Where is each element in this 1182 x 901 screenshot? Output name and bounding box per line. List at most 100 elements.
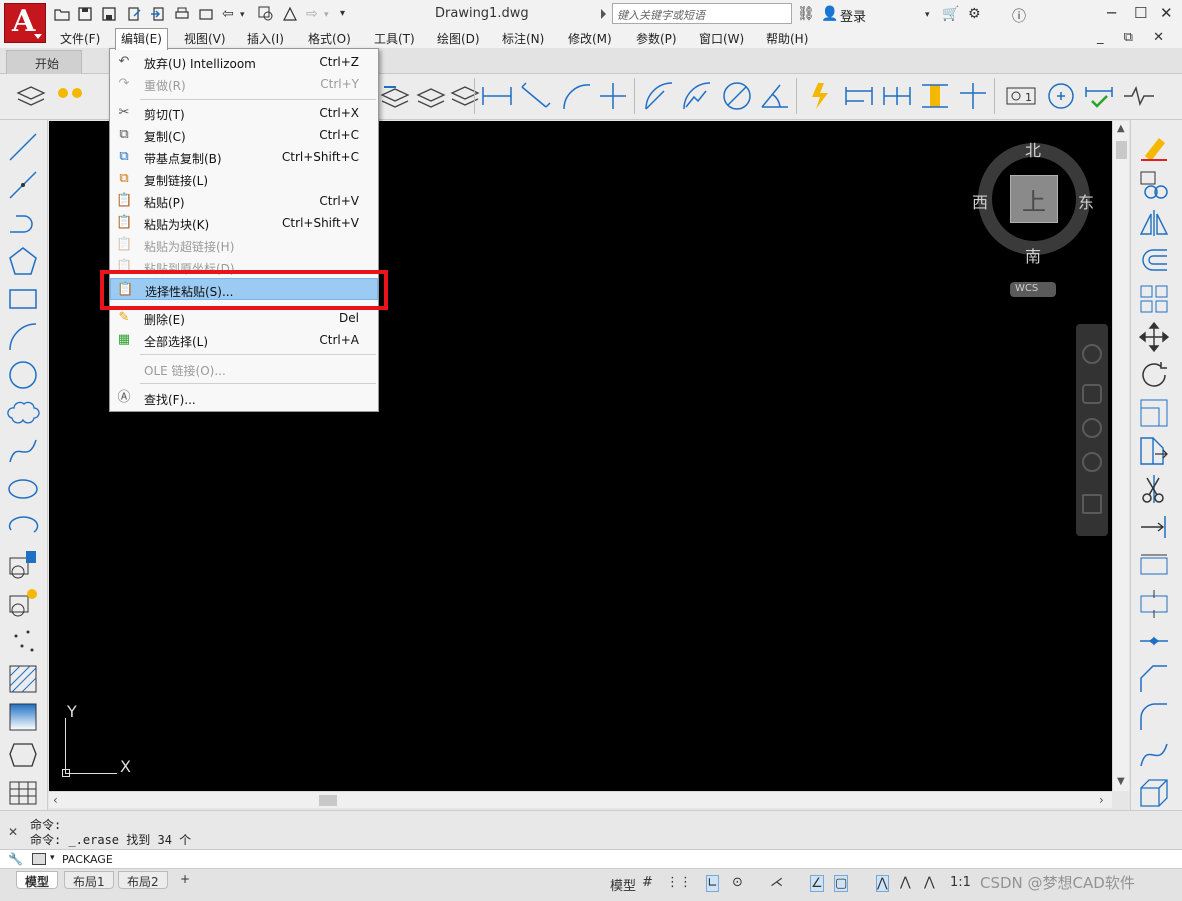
insert-block-icon[interactable]: [6, 548, 40, 582]
mirror-icon[interactable]: [1137, 206, 1171, 240]
3d-box-icon[interactable]: [1137, 776, 1171, 810]
tab-layout2[interactable]: 布局2: [118, 871, 168, 889]
menu-dimension[interactable]: 标注(N): [502, 30, 544, 47]
ellipse-arc-icon[interactable]: [6, 510, 40, 544]
stretch-icon[interactable]: [1137, 434, 1171, 468]
menu-item-select-all[interactable]: ▦ 全部选择(L) Ctrl+A: [110, 329, 378, 351]
radius-dimension-icon[interactable]: [642, 79, 676, 113]
copy-icon[interactable]: [1137, 168, 1171, 202]
user-icon[interactable]: 👤: [821, 6, 838, 22]
search-input[interactable]: 键入关键字或短语: [612, 3, 792, 24]
erase-icon[interactable]: [1137, 130, 1171, 164]
menu-format[interactable]: 格式(O): [308, 30, 351, 47]
ellipse-icon[interactable]: [6, 472, 40, 506]
scroll-down-icon[interactable]: ▼: [1117, 776, 1125, 787]
quick-dimension-icon[interactable]: [804, 79, 838, 113]
snap-icon[interactable]: ⋮⋮: [666, 875, 692, 890]
orbit-icon[interactable]: [1082, 452, 1102, 472]
gradient-icon[interactable]: [6, 700, 40, 734]
menu-view[interactable]: 视图(V): [184, 30, 226, 47]
layer-walk-icon[interactable]: [414, 79, 448, 113]
rotate-icon[interactable]: [1137, 358, 1171, 392]
search-expand-icon[interactable]: [601, 9, 606, 19]
polar-icon[interactable]: ⊙: [732, 875, 743, 890]
continue-dimension-icon[interactable]: [880, 79, 914, 113]
arc-icon[interactable]: [6, 320, 40, 354]
menu-edit[interactable]: 编辑(E): [115, 28, 168, 50]
jogged-dimension-icon[interactable]: [680, 79, 714, 113]
osnap-icon[interactable]: ▢: [834, 875, 849, 892]
menu-item-undo[interactable]: ↶ 放弃(U) Intellizoom Ctrl+Z: [110, 51, 378, 73]
binoculars-icon[interactable]: ⛓: [797, 6, 815, 22]
export-icon[interactable]: [126, 6, 142, 22]
rectangle-icon[interactable]: [6, 282, 40, 316]
window-icon[interactable]: [198, 6, 214, 22]
menu-item-copy-with-basepoint[interactable]: ⧉ 带基点复制(B) Ctrl+Shift+C: [110, 146, 378, 168]
jogged-linear-icon[interactable]: [1122, 79, 1156, 113]
move-icon[interactable]: [1137, 320, 1171, 354]
inspect-dimension-icon[interactable]: [1082, 79, 1116, 113]
isodraft-icon[interactable]: ⋌: [770, 875, 783, 890]
customize-qat-icon[interactable]: ▾: [340, 8, 345, 19]
annotation-scale-icon[interactable]: ⋀: [924, 875, 935, 890]
menu-draw[interactable]: 绘图(D): [437, 30, 480, 47]
menu-help[interactable]: 帮助(H): [766, 30, 808, 47]
scale-icon[interactable]: [1137, 396, 1171, 430]
spline-icon[interactable]: [6, 434, 40, 468]
open-folder-icon[interactable]: [54, 6, 70, 22]
compass-east[interactable]: 东: [1078, 189, 1094, 213]
menu-item-copy[interactable]: ⧉ 复制(C) Ctrl+C: [110, 124, 378, 146]
aligned-dimension-icon[interactable]: [518, 79, 552, 113]
diameter-dimension-icon[interactable]: [720, 79, 754, 113]
mdi-window-controls[interactable]: _ ⧉ ✕: [1097, 30, 1172, 45]
polygon-icon[interactable]: [6, 244, 40, 278]
maximize-button[interactable]: ☐: [1134, 4, 1147, 22]
tolerance-icon[interactable]: 1: [1004, 79, 1038, 113]
command-prompt-icon[interactable]: [32, 853, 46, 865]
matchprop-icon[interactable]: [282, 6, 298, 22]
angular-dimension-icon[interactable]: [758, 79, 792, 113]
app-menu-button[interactable]: A: [4, 3, 46, 43]
osnap-tracking-icon[interactable]: ∠: [810, 875, 824, 892]
menu-item-find[interactable]: Ⓐ 查找(F)...: [110, 387, 378, 409]
wrench-icon[interactable]: 🔧: [8, 852, 23, 866]
add-layout-button[interactable]: +: [172, 871, 198, 889]
baseline-dimension-icon[interactable]: [842, 79, 876, 113]
menu-window[interactable]: 窗口(W): [699, 30, 744, 47]
join-icon[interactable]: [1137, 624, 1171, 658]
undo-dropdown-icon[interactable]: ▾: [240, 10, 245, 20]
fillet-icon[interactable]: [1137, 700, 1171, 734]
steering-wheel-icon[interactable]: [1082, 344, 1102, 364]
compass-west[interactable]: 西: [972, 189, 988, 213]
command-line[interactable]: 🔧 ▾ PACKAGE: [0, 849, 1182, 869]
cart-icon[interactable]: 🛒: [942, 6, 959, 22]
chamfer-icon[interactable]: [1137, 662, 1171, 696]
grid-icon[interactable]: #: [642, 875, 653, 890]
ordinate-dimension-icon[interactable]: [596, 79, 630, 113]
save-as-icon[interactable]: [101, 6, 117, 22]
viewcube-top-face[interactable]: 上: [1010, 175, 1058, 223]
trim-icon[interactable]: [1137, 472, 1171, 506]
scroll-right-icon[interactable]: ›: [1099, 793, 1104, 807]
exchange-icon[interactable]: ⚙: [968, 6, 981, 22]
model-space-button[interactable]: 模型: [610, 875, 636, 894]
save-icon[interactable]: [77, 6, 93, 22]
annotation-autoscale-icon[interactable]: ⋀: [900, 875, 911, 890]
layer-state-icon[interactable]: [52, 79, 86, 113]
layer-match-icon[interactable]: [448, 79, 482, 113]
showmotion-icon[interactable]: [1082, 494, 1102, 514]
construction-line-icon[interactable]: [6, 168, 40, 202]
ortho-icon[interactable]: ∟: [706, 875, 719, 892]
create-block-icon[interactable]: [6, 586, 40, 620]
center-mark-icon[interactable]: [1044, 79, 1078, 113]
blend-curves-icon[interactable]: [1137, 738, 1171, 772]
menu-parametric[interactable]: 参数(P): [636, 30, 677, 47]
menu-item-paste-as-block[interactable]: 📋 粘贴为块(K) Ctrl+Shift+V: [110, 212, 378, 234]
tab-layout1[interactable]: 布局1: [64, 871, 114, 889]
chevron-down-icon[interactable]: ▾: [50, 853, 55, 863]
redo-dropdown-icon[interactable]: ▾: [324, 10, 329, 20]
point-icon[interactable]: [6, 624, 40, 658]
break-icon[interactable]: [1137, 586, 1171, 620]
close-icon[interactable]: ✕: [8, 825, 18, 839]
line-icon[interactable]: [6, 130, 40, 164]
